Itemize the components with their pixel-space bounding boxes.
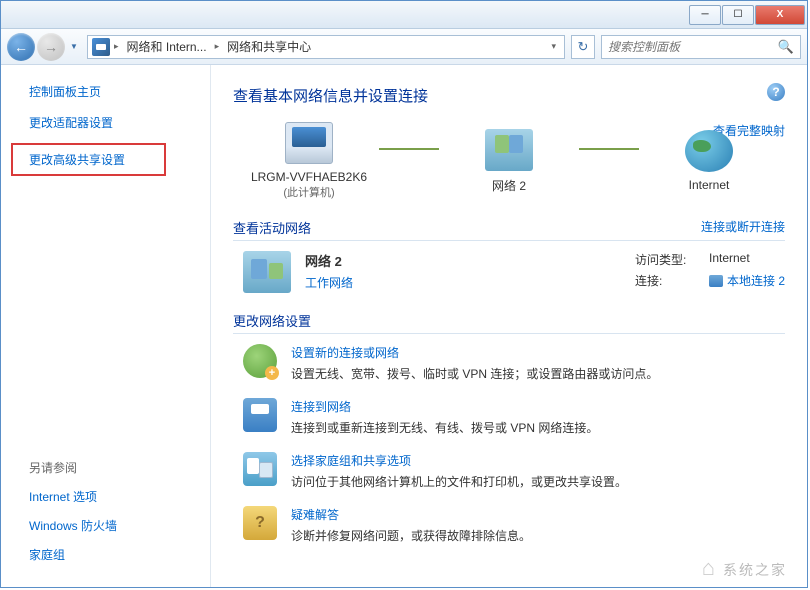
main-panel: ? 查看基本网络信息并设置连接 查看完整映射 LRGM-VVFHAEB2K6 (… bbox=[211, 65, 807, 587]
setting-desc: 访问位于其他网络计算机上的文件和打印机，或更改共享设置。 bbox=[291, 473, 627, 490]
control-panel-icon bbox=[92, 38, 110, 56]
search-icon[interactable]: 🔍 bbox=[778, 39, 794, 55]
sidebar-homegroup[interactable]: 家庭组 bbox=[29, 546, 210, 563]
sidebar-internet-options[interactable]: Internet 选项 bbox=[29, 488, 210, 505]
breadcrumb-sep-icon: ▸ bbox=[114, 41, 119, 52]
sidebar-change-advanced-sharing[interactable]: 更改高级共享设置 bbox=[11, 143, 166, 176]
window-frame: ─ ☐ X ← → ▼ ▸ 网络和 Intern... ▸ 网络和共享中心 ▾ … bbox=[0, 0, 808, 588]
connection-value: 本地连接 2 bbox=[727, 272, 785, 289]
setting-homegroup-sharing[interactable]: 选择家庭组和共享选项 访问位于其他网络计算机上的文件和打印机，或更改共享设置。 bbox=[233, 452, 785, 490]
setting-title[interactable]: 连接到网络 bbox=[291, 398, 598, 415]
help-button[interactable]: ? bbox=[767, 83, 785, 101]
search-box[interactable]: 🔍 bbox=[601, 35, 801, 59]
internet-label: Internet bbox=[639, 178, 779, 192]
access-type-value: Internet bbox=[709, 251, 750, 268]
pc-name-label: LRGM-VVFHAEB2K6 bbox=[239, 170, 379, 184]
internet-globe-icon bbox=[685, 130, 733, 172]
troubleshoot-icon bbox=[243, 506, 277, 540]
network-line-icon bbox=[379, 148, 439, 150]
section-active-networks-title: 查看活动网络 连接或断开连接 bbox=[233, 218, 785, 241]
section-change-settings-title: 更改网络设置 bbox=[233, 311, 785, 334]
search-input[interactable] bbox=[608, 40, 778, 54]
setting-title[interactable]: 疑难解答 bbox=[291, 506, 531, 523]
setting-title[interactable]: 设置新的连接或网络 bbox=[291, 344, 658, 361]
active-network-type-link[interactable]: 工作网络 bbox=[305, 274, 353, 291]
watermark: 系统之家 bbox=[702, 555, 787, 581]
network-map: 查看完整映射 LRGM-VVFHAEB2K6 (此计算机) 网络 2 Inter… bbox=[233, 122, 785, 200]
active-network-row: 网络 2 工作网络 访问类型: Internet 连接: 本地连接 2 bbox=[233, 251, 785, 293]
close-button[interactable]: X bbox=[755, 5, 805, 25]
computer-icon bbox=[285, 122, 333, 164]
connect-network-icon bbox=[243, 398, 277, 432]
maximize-button[interactable]: ☐ bbox=[722, 5, 754, 25]
setting-title[interactable]: 选择家庭组和共享选项 bbox=[291, 452, 627, 469]
navbar: ← → ▼ ▸ 网络和 Intern... ▸ 网络和共享中心 ▾ ↻ 🔍 bbox=[1, 29, 807, 65]
section-active-label: 查看活动网络 bbox=[233, 221, 311, 236]
breadcrumb-network-internet[interactable]: 网络和 Intern... bbox=[123, 36, 211, 57]
setting-desc: 设置无线、宽带、拨号、临时或 VPN 连接；或设置路由器或访问点。 bbox=[291, 365, 658, 382]
connect-disconnect-link[interactable]: 连接或断开连接 bbox=[701, 218, 785, 235]
new-connection-icon bbox=[243, 344, 277, 378]
sidebar-change-adapter-settings[interactable]: 更改适配器设置 bbox=[29, 114, 210, 131]
nav-history-dropdown[interactable]: ▼ bbox=[67, 42, 81, 51]
nav-buttons: ← → ▼ bbox=[7, 33, 81, 61]
address-bar[interactable]: ▸ 网络和 Intern... ▸ 网络和共享中心 ▾ bbox=[87, 35, 565, 59]
address-dropdown[interactable]: ▾ bbox=[547, 39, 560, 54]
setting-desc: 诊断并修复网络问题，或获得故障排除信息。 bbox=[291, 527, 531, 544]
network-line-icon bbox=[579, 148, 639, 150]
connection-label: 连接: bbox=[635, 272, 695, 289]
refresh-button[interactable]: ↻ bbox=[571, 35, 595, 59]
sidebar: 控制面板主页 更改适配器设置 更改高级共享设置 另请参阅 Internet 选项… bbox=[1, 65, 211, 587]
breadcrumb-sep-icon: ▸ bbox=[215, 41, 220, 52]
homegroup-icon bbox=[243, 452, 277, 486]
active-network-details: 访问类型: Internet 连接: 本地连接 2 bbox=[635, 251, 785, 293]
forward-button[interactable]: → bbox=[37, 33, 65, 61]
access-type-label: 访问类型: bbox=[635, 251, 695, 268]
sidebar-see-also-title: 另请参阅 bbox=[29, 459, 210, 476]
back-button[interactable]: ← bbox=[7, 33, 35, 61]
local-connection-link[interactable]: 本地连接 2 bbox=[709, 272, 785, 289]
pc-sub-label: (此计算机) bbox=[239, 184, 379, 200]
setting-new-connection[interactable]: 设置新的连接或网络 设置无线、宽带、拨号、临时或 VPN 连接；或设置路由器或访… bbox=[233, 344, 785, 382]
setting-desc: 连接到或重新连接到无线、有线、拨号或 VPN 网络连接。 bbox=[291, 419, 598, 436]
sidebar-windows-firewall[interactable]: Windows 防火墙 bbox=[29, 517, 210, 534]
network-map-this-pc[interactable]: LRGM-VVFHAEB2K6 (此计算机) bbox=[239, 122, 379, 200]
active-network-icon[interactable] bbox=[243, 251, 291, 293]
settings-list: 设置新的连接或网络 设置无线、宽带、拨号、临时或 VPN 连接；或设置路由器或访… bbox=[233, 344, 785, 544]
titlebar: ─ ☐ X bbox=[1, 1, 807, 29]
active-network-info: 网络 2 工作网络 bbox=[305, 251, 353, 291]
network-name-label: 网络 2 bbox=[439, 177, 579, 194]
network-map-internet[interactable]: Internet bbox=[639, 130, 779, 192]
setting-troubleshoot[interactable]: 疑难解答 诊断并修复网络问题，或获得故障排除信息。 bbox=[233, 506, 785, 544]
page-title: 查看基本网络信息并设置连接 bbox=[233, 85, 785, 106]
network-map-network[interactable]: 网络 2 bbox=[439, 129, 579, 194]
network-icon bbox=[485, 129, 533, 171]
content-body: 控制面板主页 更改适配器设置 更改高级共享设置 另请参阅 Internet 选项… bbox=[1, 65, 807, 587]
active-network-name: 网络 2 bbox=[305, 251, 353, 270]
ethernet-icon bbox=[709, 275, 723, 287]
sidebar-control-panel-home[interactable]: 控制面板主页 bbox=[29, 83, 210, 100]
minimize-button[interactable]: ─ bbox=[689, 5, 721, 25]
breadcrumb-network-sharing-center[interactable]: 网络和共享中心 bbox=[223, 36, 315, 57]
setting-connect-network[interactable]: 连接到网络 连接到或重新连接到无线、有线、拨号或 VPN 网络连接。 bbox=[233, 398, 785, 436]
